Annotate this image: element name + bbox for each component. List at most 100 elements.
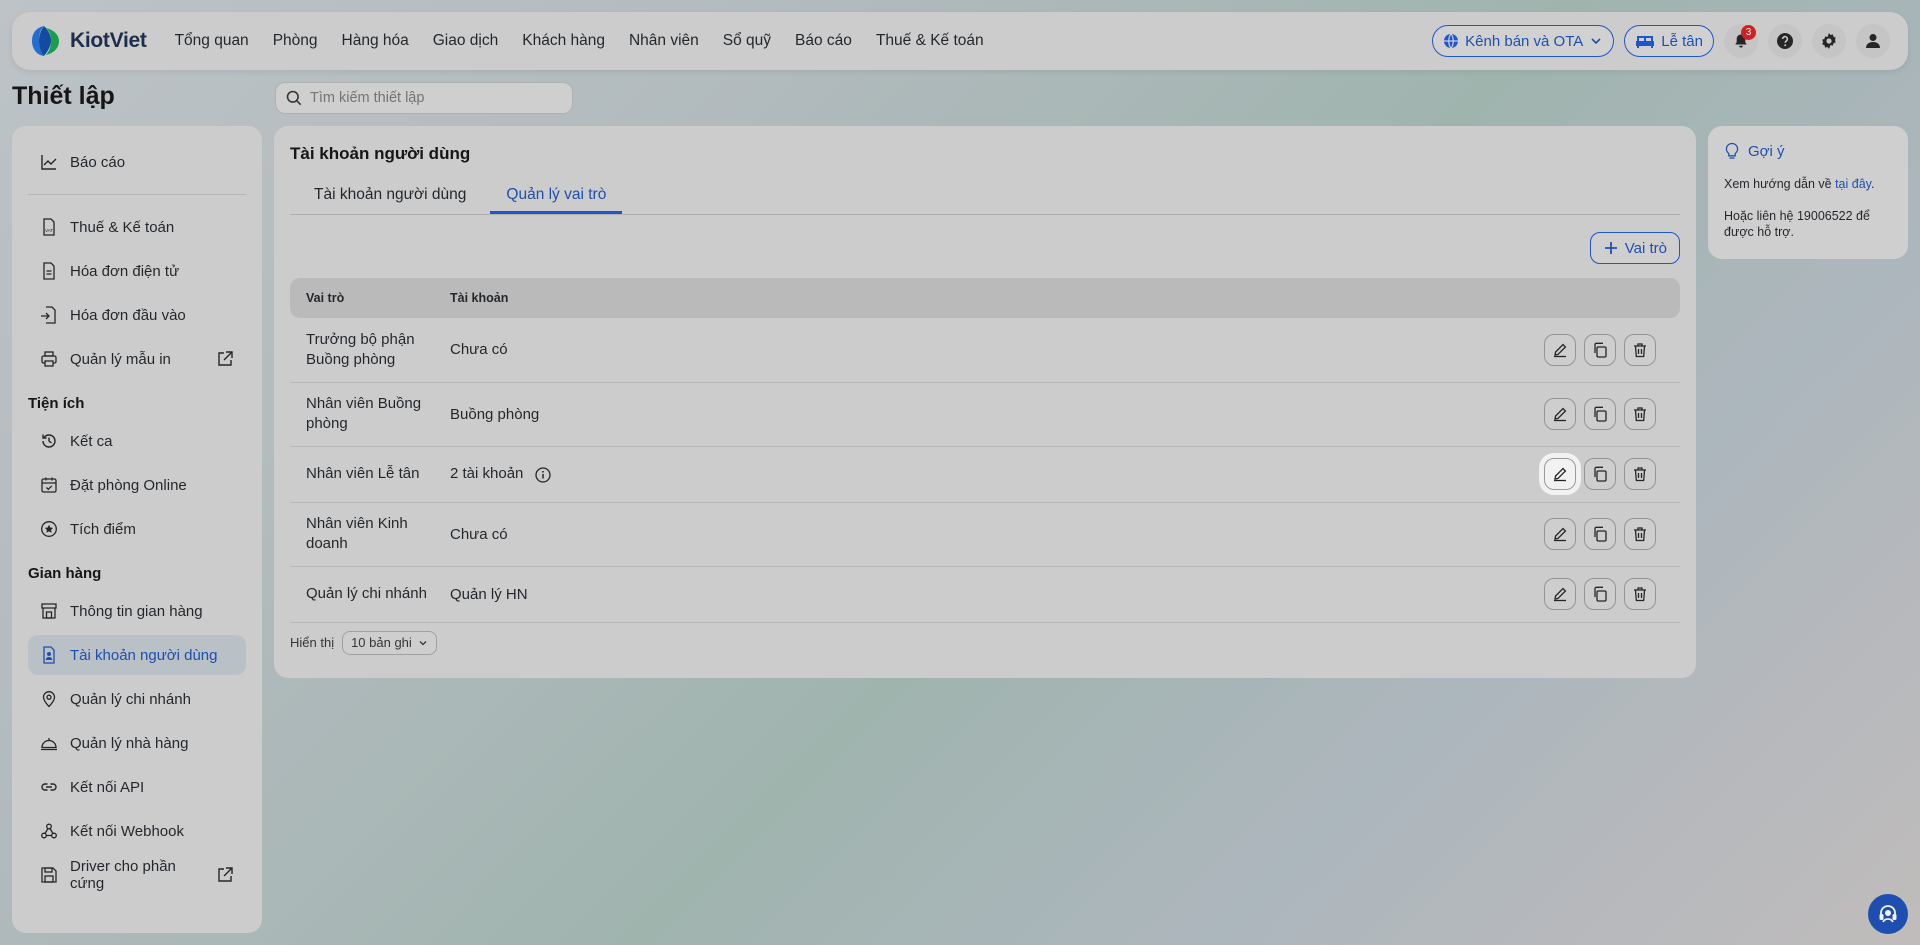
settings-search <box>275 82 573 114</box>
sidebar-item-hoa-don-dau-vao[interactable]: Hóa đơn đầu vào <box>28 295 246 335</box>
bed-icon <box>1635 33 1655 49</box>
chevron-down-icon <box>1589 34 1603 48</box>
globe-icon <box>1443 33 1459 49</box>
chart-line-icon <box>40 153 58 171</box>
menu-nhan-vien[interactable]: Nhân viên <box>629 32 699 50</box>
sidebar-item-ket-noi-api[interactable]: Kết nối API <box>28 767 246 807</box>
external-link-icon <box>216 866 234 884</box>
sidebar-item-quan-ly-mau-in[interactable]: Quản lý mẫu in <box>28 339 246 379</box>
page-size-select[interactable]: 10 bản ghi <box>342 630 437 655</box>
brand-name: KiotViet <box>70 29 147 52</box>
copy-role-button[interactable] <box>1584 458 1616 490</box>
sidebar-item-quan-ly-chi-nhanh[interactable]: Quản lý chi nhánh <box>28 679 246 719</box>
reception-button[interactable]: Lễ tân <box>1624 25 1714 57</box>
sidebar-section-tien-ich: Tiện ích <box>28 394 85 412</box>
menu-khach-hang[interactable]: Khách hàng <box>522 32 605 50</box>
pencil-icon <box>1552 586 1568 602</box>
menu-tong-quan[interactable]: Tổng quan <box>175 32 249 50</box>
delete-role-button[interactable] <box>1624 458 1656 490</box>
hint-contact-text: Hoặc liên hệ 19006522 để được hỗ trợ. <box>1724 209 1870 239</box>
cloche-icon <box>40 734 58 752</box>
row-actions <box>975 458 1680 490</box>
menu-hang-hoa[interactable]: Hàng hóa <box>342 32 409 50</box>
add-role-button[interactable]: Vai trò <box>1589 232 1680 264</box>
sidebar-item-label: Kết nối Webhook <box>70 822 184 840</box>
location-icon <box>40 690 58 708</box>
support-chat-button[interactable] <box>1868 894 1908 934</box>
plus-icon <box>1603 240 1619 256</box>
info-icon[interactable] <box>535 466 552 483</box>
edit-role-button[interactable] <box>1544 578 1576 610</box>
copy-role-button[interactable] <box>1584 578 1616 610</box>
sidebar-item-bao-cao[interactable]: Báo cáo <box>28 142 246 182</box>
card-title: Tài khoản người dùng <box>290 144 471 163</box>
copy-icon <box>1592 526 1608 542</box>
edit-role-button[interactable] <box>1544 518 1576 550</box>
table-row: Nhân viên Buồng phòng Buồng phòng <box>290 382 1680 447</box>
sidebar-item-ket-noi-webhook[interactable]: Kết nối Webhook <box>28 811 246 851</box>
role-account: Quản lý HN <box>450 566 976 623</box>
menu-phong[interactable]: Phòng <box>273 32 318 50</box>
invoice-icon <box>40 262 58 280</box>
sidebar-item-label: Thông tin gian hàng <box>70 602 203 620</box>
table-row: Nhân viên Lễ tân 2 tài khoản <box>290 446 1680 503</box>
sidebar-item-quan-ly-nha-hang[interactable]: Quản lý nhà hàng <box>28 723 246 763</box>
menu-bao-cao[interactable]: Báo cáo <box>795 32 852 50</box>
top-navbar: KiotViet Tổng quan Phòng Hàng hóa Giao d… <box>12 12 1908 70</box>
nav-actions: Kênh bán và OTA Lễ tân 3 <box>1432 24 1890 58</box>
sidebar-item-thue-ke-toan[interactable]: VAT Thuế & Kế toán <box>28 207 246 247</box>
sidebar-item-thong-tin-gian-hang[interactable]: Thông tin gian hàng <box>28 591 246 631</box>
delete-role-button[interactable] <box>1624 578 1656 610</box>
delete-role-button[interactable] <box>1624 333 1656 366</box>
sidebar-item-tich-diem[interactable]: Tích điểm <box>28 509 246 549</box>
copy-role-button[interactable] <box>1584 398 1616 430</box>
menu-so-quy[interactable]: Sổ quỹ <box>723 32 771 50</box>
edit-role-button[interactable] <box>1544 458 1576 490</box>
tab-quan-ly-vai-tro[interactable]: Quản lý vai trò <box>490 186 623 214</box>
column-header-account: Tài khoản <box>450 278 976 318</box>
sidebar-item-label: Quản lý nhà hàng <box>70 734 189 752</box>
user-icon <box>1864 32 1882 50</box>
menu-giao-dich[interactable]: Giao dịch <box>433 32 498 50</box>
channel-ota-label: Kênh bán và OTA <box>1465 32 1584 50</box>
delete-role-button[interactable] <box>1624 518 1656 550</box>
trash-icon <box>1632 342 1648 358</box>
role-account: Buồng phòng <box>450 382 976 447</box>
sidebar-item-driver-phan-cung[interactable]: Driver cho phần cứng <box>28 855 246 895</box>
copy-role-button[interactable] <box>1584 333 1616 366</box>
column-header-actions <box>975 278 1680 318</box>
lightbulb-icon <box>1724 142 1740 160</box>
copy-icon <box>1592 586 1608 602</box>
column-header-role: Vai trò <box>290 278 450 318</box>
sidebar-item-ket-ca[interactable]: Kết ca <box>28 421 246 461</box>
hint-title: Gợi ý <box>1724 142 1892 160</box>
edit-role-button[interactable] <box>1544 398 1576 430</box>
notification-badge: 3 <box>1741 25 1756 40</box>
notification-button[interactable]: 3 <box>1724 24 1758 58</box>
channel-ota-button[interactable]: Kênh bán và OTA <box>1432 25 1615 57</box>
star-circle-icon <box>40 520 58 538</box>
sidebar-item-hoa-don-dien-tu[interactable]: Hóa đơn điện tử <box>28 251 246 291</box>
copy-role-button[interactable] <box>1584 518 1616 550</box>
sidebar-item-dat-phong-online[interactable]: Đặt phòng Online <box>28 465 246 505</box>
brand[interactable]: KiotViet <box>30 24 147 58</box>
settings-button[interactable] <box>1812 24 1846 58</box>
sidebar-item-tai-khoan-nguoi-dung[interactable]: Tài khoản người dùng <box>28 635 246 675</box>
help-button[interactable] <box>1768 24 1802 58</box>
delete-role-button[interactable] <box>1624 398 1656 430</box>
chevron-down-icon <box>418 638 428 648</box>
printer-icon <box>40 350 58 368</box>
user-profile-button[interactable] <box>1856 24 1890 58</box>
search-input[interactable] <box>310 90 562 106</box>
vat-doc-icon: VAT <box>40 218 58 236</box>
edit-role-button[interactable] <box>1544 333 1576 366</box>
user-doc-icon <box>40 646 58 664</box>
row-actions <box>975 518 1680 550</box>
table-header: Vai trò Tài khoản <box>290 278 1680 318</box>
menu-thue-ke-toan[interactable]: Thuế & Kế toán <box>876 32 984 50</box>
table-row: Trưởng bộ phận Buồng phòng Chưa có <box>290 318 1680 383</box>
tab-tai-khoan-nguoi-dung[interactable]: Tài khoản người dùng <box>298 186 482 214</box>
search-icon <box>286 90 302 106</box>
sidebar-item-label: Thuế & Kế toán <box>70 218 175 236</box>
hint-guide-link[interactable]: tại đây <box>1835 177 1871 191</box>
